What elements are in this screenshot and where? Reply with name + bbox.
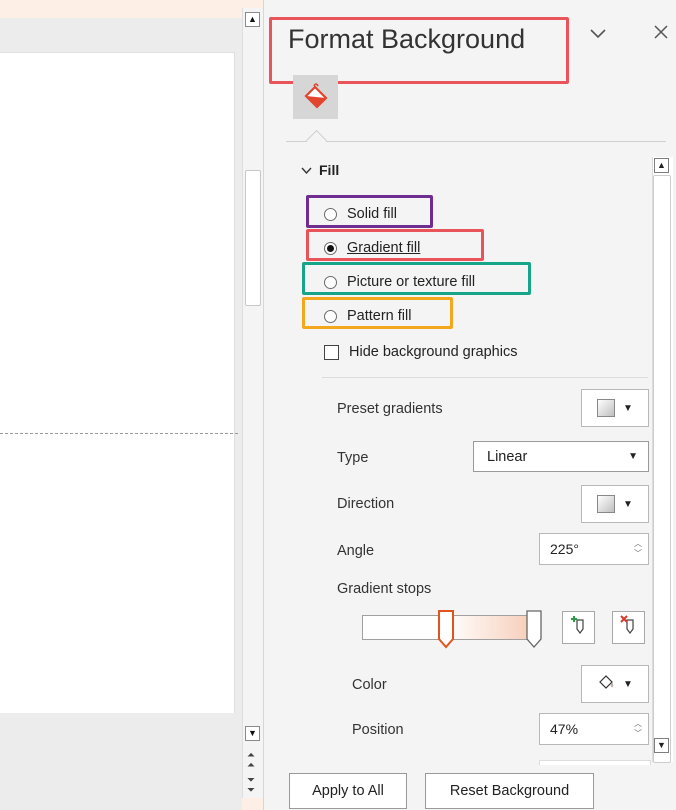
tab-pointer xyxy=(305,129,328,152)
pane-scroll-thumb[interactable] xyxy=(653,175,671,763)
spin-arrows-icon[interactable]: ︿ ﹀ xyxy=(634,719,642,739)
solid-fill-highlight xyxy=(306,195,433,228)
next-control-edge xyxy=(539,760,651,765)
direction-dropdown[interactable]: ▼ xyxy=(581,485,649,523)
close-icon xyxy=(653,23,669,45)
scroll-down-button[interactable]: ▼ xyxy=(245,726,260,741)
spin-arrows-icon[interactable]: ︿ ﹀ xyxy=(634,539,642,559)
pane-scroll-up-button[interactable]: ▲ xyxy=(654,158,669,173)
gradient-type-select[interactable]: Linear ▼ xyxy=(473,441,649,472)
direction-swatch-icon xyxy=(597,495,616,513)
slide-canvas[interactable] xyxy=(0,52,235,713)
chevron-down-icon xyxy=(301,162,312,178)
gradient-stop-handle[interactable] xyxy=(526,610,542,648)
paint-bucket-icon xyxy=(302,83,330,115)
close-pane-button[interactable] xyxy=(653,24,669,44)
fill-tab[interactable] xyxy=(293,75,338,119)
caret-down-icon: ▼ xyxy=(623,678,633,690)
gradient-fill-highlight xyxy=(306,229,484,261)
color-label: Color xyxy=(352,677,387,693)
section-separator xyxy=(322,377,648,378)
format-background-pane: Format Background ▲ ▼ Fill Solid fill Gr… xyxy=(263,0,676,810)
preset-gradients-dropdown[interactable]: ▼ xyxy=(581,389,649,427)
pane-options-button[interactable] xyxy=(589,24,607,44)
slide-guide-line xyxy=(0,433,238,434)
position-spinner[interactable]: 47% ︿ ﹀ xyxy=(539,713,649,745)
caret-down-icon: ▼ xyxy=(628,451,638,462)
angle-value: 225° xyxy=(550,541,579,557)
paint-bucket-icon xyxy=(597,674,615,694)
color-picker-dropdown[interactable]: ▼ xyxy=(581,665,649,703)
hide-background-graphics-option[interactable]: Hide background graphics xyxy=(324,344,517,360)
title-highlight xyxy=(269,17,569,84)
gradient-swatch-icon xyxy=(597,399,616,417)
slide-editor-area xyxy=(0,18,242,810)
slide-scrollbar[interactable]: ▲ ▼ ⏶ ⏶ ⏷ ⏷ xyxy=(242,8,263,798)
gradient-stops-label: Gradient stops xyxy=(337,581,432,597)
add-gradient-stop-button[interactable] xyxy=(562,611,595,644)
tab-divider xyxy=(286,141,666,142)
next-slide-icon[interactable]: ⏷ ⏷ xyxy=(247,776,255,796)
remove-stop-icon xyxy=(619,614,638,641)
hide-background-graphics-label: Hide background graphics xyxy=(349,344,518,360)
angle-label: Angle xyxy=(337,543,375,559)
type-label: Type xyxy=(337,450,369,466)
reset-background-button[interactable]: Reset Background xyxy=(425,773,594,809)
gradient-stop-handle-selected[interactable] xyxy=(437,610,454,649)
direction-label: Direction xyxy=(337,496,395,512)
previous-slide-icon[interactable]: ⏶ ⏶ xyxy=(247,751,255,771)
caret-down-icon: ▼ xyxy=(623,402,633,414)
preset-gradients-label: Preset gradients xyxy=(337,401,443,417)
hide-background-graphics-checkbox[interactable] xyxy=(324,344,339,360)
apply-to-all-button[interactable]: Apply to All xyxy=(289,773,407,809)
pattern-fill-highlight xyxy=(302,297,453,329)
position-value: 47% xyxy=(550,721,579,737)
fill-section-header[interactable]: Fill xyxy=(301,162,339,178)
pane-scroll-down-button[interactable]: ▼ xyxy=(654,738,669,753)
scroll-up-button[interactable]: ▲ xyxy=(245,12,260,27)
remove-gradient-stop-button[interactable] xyxy=(612,611,645,644)
chevron-down-icon xyxy=(589,23,607,45)
scroll-thumb[interactable] xyxy=(245,170,261,306)
position-label: Position xyxy=(352,722,404,738)
gradient-type-value: Linear xyxy=(487,448,528,465)
angle-spinner[interactable]: 225° ︿ ﹀ xyxy=(539,533,649,565)
fill-section-label: Fill xyxy=(319,162,340,178)
picture-fill-highlight xyxy=(302,262,531,295)
add-stop-icon xyxy=(570,615,588,641)
caret-down-icon: ▼ xyxy=(623,498,633,510)
